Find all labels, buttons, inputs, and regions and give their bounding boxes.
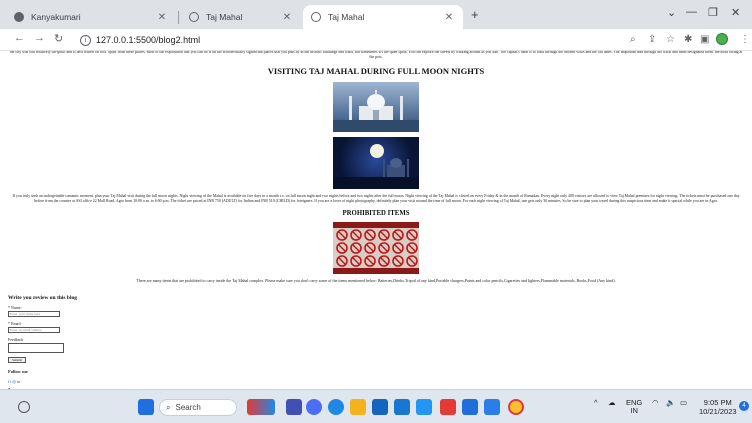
forward-icon[interactable]: →: [34, 32, 45, 44]
address-bar[interactable]: i 127.0.0.1:5500/blog2.html: [80, 32, 690, 48]
name-label: * Name:: [8, 305, 22, 310]
widgets-icon[interactable]: [247, 399, 275, 415]
chevron-up-icon[interactable]: ^: [594, 399, 598, 407]
prohibited-items-image: [333, 222, 419, 275]
instagram-icon[interactable]: ◎: [12, 379, 16, 384]
moon-nights-paragraph: If you truly seek an unforgettable roman…: [12, 194, 740, 203]
twitter-icon[interactable]: t: [10, 379, 11, 384]
prohibited-items-paragraph: There are many items that are prohibited…: [136, 278, 616, 284]
feedback-label: Feedback: [8, 337, 24, 342]
windows-taskbar: ⌕ Search ^ ☁ ENG IN ◠ 🔈 ▭ 9:05 PM 10/21/…: [0, 389, 752, 423]
submit-button[interactable]: Submit: [8, 357, 26, 363]
photos-icon[interactable]: [416, 399, 432, 415]
taj-mahal-night-image: [333, 137, 419, 190]
notification-badge[interactable]: 4: [739, 401, 749, 411]
review-form: Write you review on this blog * Name: En…: [8, 295, 208, 389]
chrome-icon[interactable]: [508, 399, 524, 415]
share-icon[interactable]: ⇪: [648, 34, 656, 45]
intro-paragraph-tail: the city was still relatively un-spoilt …: [9, 51, 743, 59]
language-indicator[interactable]: ENG IN: [626, 399, 642, 414]
prohibited-items-heading: PROHIBITED ITEMS: [342, 210, 410, 218]
bookmark-star-icon[interactable]: ☆: [666, 34, 675, 45]
chrome-profile-icon[interactable]: [18, 401, 30, 413]
language-secondary: IN: [630, 405, 638, 415]
tab-kanyakumari[interactable]: Kanyakumari ✕: [6, 5, 176, 29]
mail-icon[interactable]: [462, 399, 478, 415]
tab-title: Kanyakumari: [31, 12, 81, 22]
page-content: the city was still relatively un-spoilt …: [0, 51, 752, 389]
mcafee-icon[interactable]: [440, 399, 456, 415]
tab-search-chevron-icon[interactable]: ⌄: [667, 6, 676, 19]
teams-chat-icon[interactable]: [306, 399, 322, 415]
search-label: Search: [175, 403, 201, 412]
volume-icon[interactable]: 🔈: [666, 399, 675, 407]
taskbar-search-box[interactable]: ⌕ Search: [159, 399, 237, 416]
back-icon[interactable]: ←: [14, 32, 25, 44]
close-icon[interactable]: ✕: [156, 12, 168, 23]
vscode-icon[interactable]: [484, 399, 500, 415]
task-view-icon[interactable]: [286, 399, 302, 415]
email-input[interactable]: Enter an email address: [8, 327, 60, 333]
edge-icon[interactable]: [328, 399, 344, 415]
onedrive-icon[interactable]: ☁: [608, 399, 616, 407]
browser-toolbar: ← → ↻ i 127.0.0.1:5500/blog2.html ⌕ ⇪ ☆ …: [0, 29, 752, 51]
site-info-icon[interactable]: i: [80, 34, 91, 46]
map-pin-icon: [14, 12, 24, 22]
review-form-title: Write you review on this blog: [8, 295, 78, 301]
taskbar-clock[interactable]: 9:05 PM 10/21/2023: [699, 398, 737, 416]
reload-icon[interactable]: ↻: [54, 32, 63, 45]
globe-icon: [189, 12, 199, 22]
minimize-icon[interactable]: —: [686, 6, 697, 18]
url-text: 127.0.0.1:5500/blog2.html: [96, 35, 201, 45]
profile-avatar[interactable]: [716, 33, 728, 45]
close-icon[interactable]: ✕: [443, 12, 455, 23]
side-panel-icon[interactable]: ▣: [700, 34, 709, 45]
moon-nights-heading: VISITING TAJ MAHAL DURING FULL MOON NIGH…: [267, 66, 485, 77]
clock-date: 10/21/2023: [699, 407, 737, 416]
name-input[interactable]: Enter your name here: [8, 311, 60, 317]
tab-title: Taj Mahal: [206, 12, 243, 22]
windows-start-icon[interactable]: [138, 399, 154, 415]
extensions-icon[interactable]: ✱: [684, 34, 692, 45]
search-icon: ⌕: [166, 402, 171, 412]
outlook-icon[interactable]: [394, 399, 410, 415]
close-window-icon[interactable]: ✕: [731, 6, 740, 19]
feedback-textarea[interactable]: [8, 343, 64, 353]
linkedin-icon[interactable]: in: [17, 379, 20, 384]
follow-me-label: Follow me: [8, 369, 28, 374]
file-explorer-icon[interactable]: [350, 399, 366, 415]
store-icon[interactable]: [372, 399, 388, 415]
clock-time: 9:05 PM: [703, 398, 732, 407]
tab-title: Taj Mahal: [328, 12, 365, 22]
zoom-icon[interactable]: ⌕: [630, 34, 636, 45]
tab-separator: [178, 11, 179, 24]
facebook-icon[interactable]: f: [8, 379, 9, 384]
social-links: f t ◎ in: [8, 379, 208, 384]
tab-taj-mahal-1[interactable]: Taj Mahal ✕: [181, 5, 301, 29]
email-label: * Email:: [8, 321, 22, 326]
taj-mahal-day-image: [333, 82, 419, 133]
close-icon[interactable]: ✕: [281, 12, 293, 23]
globe-icon: [311, 12, 321, 22]
restore-icon[interactable]: ❐: [708, 6, 718, 19]
wifi-icon[interactable]: ◠: [652, 399, 659, 407]
tab-taj-mahal-active[interactable]: Taj Mahal ✕: [303, 5, 463, 29]
battery-icon[interactable]: ▭: [680, 399, 687, 407]
new-tab-button[interactable]: +: [471, 8, 479, 21]
menu-kebab-icon[interactable]: ⋮: [740, 34, 750, 45]
browser-tab-strip: Kanyakumari ✕ Taj Mahal ✕ Taj Mahal ✕ + …: [0, 0, 752, 29]
